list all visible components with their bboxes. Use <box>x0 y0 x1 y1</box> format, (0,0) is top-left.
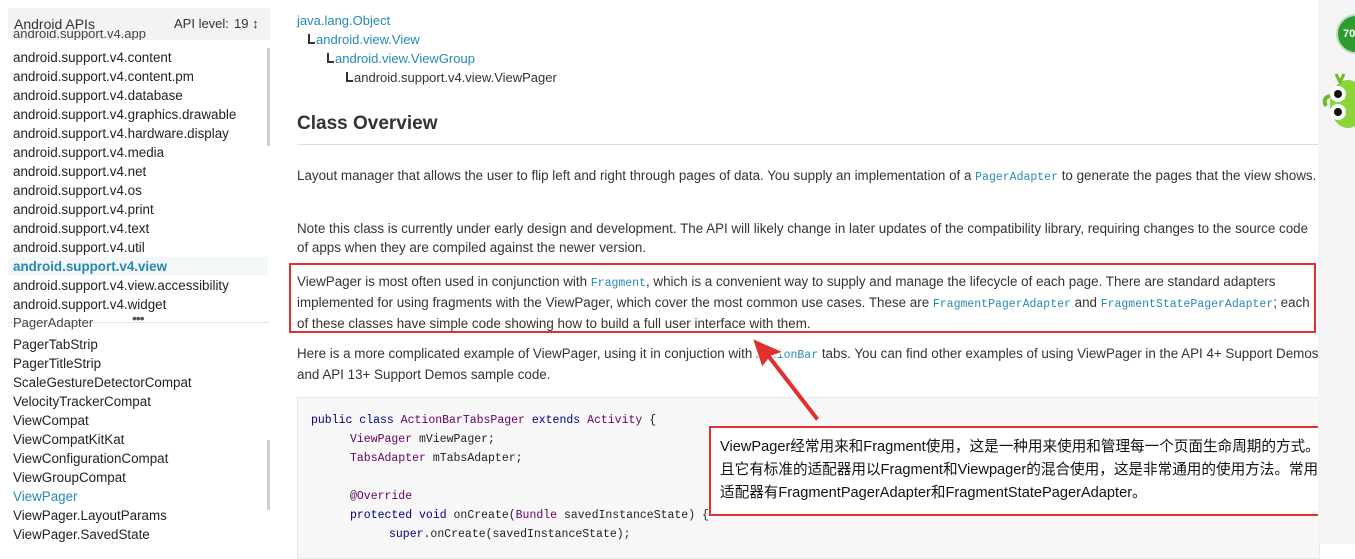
annotation-note: ViewPager经常用来和Fragment使用，这是一种用来使用和管理每一个页… <box>709 426 1345 516</box>
inherit-object-link[interactable]: java.lang.Object <box>297 13 390 28</box>
class-item[interactable]: ViewGroupCompat <box>13 468 269 487</box>
inherit-viewgroup-link[interactable]: android.view.ViewGroup <box>327 51 475 66</box>
package-item[interactable]: android.support.v4.media <box>13 143 269 162</box>
class-item[interactable]: ViewPager.SavedState <box>13 525 269 544</box>
package-item-partial[interactable]: android.support.v4.app <box>13 30 146 40</box>
class-list: PagerTabStrip PagerTitleStrip ScaleGesture… <box>13 335 269 544</box>
heading-rule <box>297 144 1318 145</box>
class-item[interactable]: ScaleGestureDetectorCompat <box>13 373 269 392</box>
package-item[interactable]: android.support.v4.print <box>13 200 269 219</box>
package-item[interactable]: android.support.v4.view.accessibility <box>13 276 269 295</box>
class-item[interactable]: ViewPager.LayoutParams <box>13 506 269 525</box>
class-scrollbar[interactable] <box>267 440 270 510</box>
class-item[interactable]: ViewPager <box>13 487 269 506</box>
code-line: protected void onCreate(Bundle savedInst… <box>350 509 709 522</box>
class-item[interactable]: VelocityTrackerCompat <box>13 392 269 411</box>
api-sidebar: Android APIs API level: 19 ↕ android.sup… <box>0 0 278 544</box>
pageradapter-link[interactable]: PagerAdapter <box>975 171 1058 184</box>
monster-mascot-icon[interactable] <box>1322 72 1355 130</box>
package-item[interactable]: android.support.v4.os <box>13 181 269 200</box>
code-line: ViewPager mViewPager; <box>350 433 495 446</box>
resize-handle[interactable]: ••• <box>132 310 145 326</box>
corner-arrow-icon <box>346 72 353 82</box>
api-level-label: API level: <box>174 16 229 31</box>
api-level-select[interactable]: 19 ↕ <box>234 16 259 31</box>
package-scrollbar[interactable] <box>267 48 270 146</box>
code-line: TabsAdapter mTabsAdapter; <box>350 452 523 465</box>
package-list: android.support.v4.content android.suppor… <box>13 48 269 314</box>
code-line: @Override <box>350 490 413 503</box>
package-item[interactable]: android.support.v4.database <box>13 86 269 105</box>
class-item-partial[interactable]: PagerAdapter <box>13 318 93 332</box>
package-item[interactable]: android.support.v4.graphics.drawable <box>13 105 269 124</box>
corner-arrow-icon <box>308 34 315 44</box>
corner-arrow-icon <box>327 53 334 63</box>
inherit-view-link[interactable]: android.view.View <box>308 32 420 47</box>
overview-paragraph-1: Layout manager that allows the user to f… <box>297 168 1317 184</box>
class-item[interactable]: PagerTabStrip <box>13 335 269 354</box>
overview-paragraph-2: Note this class is currently under early… <box>297 221 1309 255</box>
class-item[interactable]: ViewCompatKitKat <box>13 430 269 449</box>
inherit-current-class: android.support.v4.view.ViewPager <box>346 70 557 85</box>
package-item[interactable]: android.support.v4.hardware.display <box>13 124 269 143</box>
class-item[interactable]: PagerTitleStrip <box>13 354 269 373</box>
code-line: public class ActionBarTabsPager extends … <box>311 414 657 427</box>
class-item[interactable]: ViewConfigurationCompat <box>13 449 269 468</box>
highlight-annotation-box <box>289 263 1316 333</box>
package-item[interactable]: android.support.v4.text <box>13 219 269 238</box>
class-overview-heading: Class Overview <box>297 113 438 134</box>
package-item[interactable]: android.support.v4.content <box>13 48 269 67</box>
code-line: super.onCreate(savedInstanceState); <box>389 528 631 541</box>
class-item[interactable]: ViewCompat <box>13 411 269 430</box>
package-item[interactable]: android.support.v4.util <box>13 238 269 257</box>
package-item[interactable]: android.support.v4.view <box>13 257 269 276</box>
package-item[interactable]: android.support.v4.content.pm <box>13 67 269 86</box>
red-callout-arrow <box>750 336 821 424</box>
package-item[interactable]: android.support.v4.net <box>13 162 269 181</box>
